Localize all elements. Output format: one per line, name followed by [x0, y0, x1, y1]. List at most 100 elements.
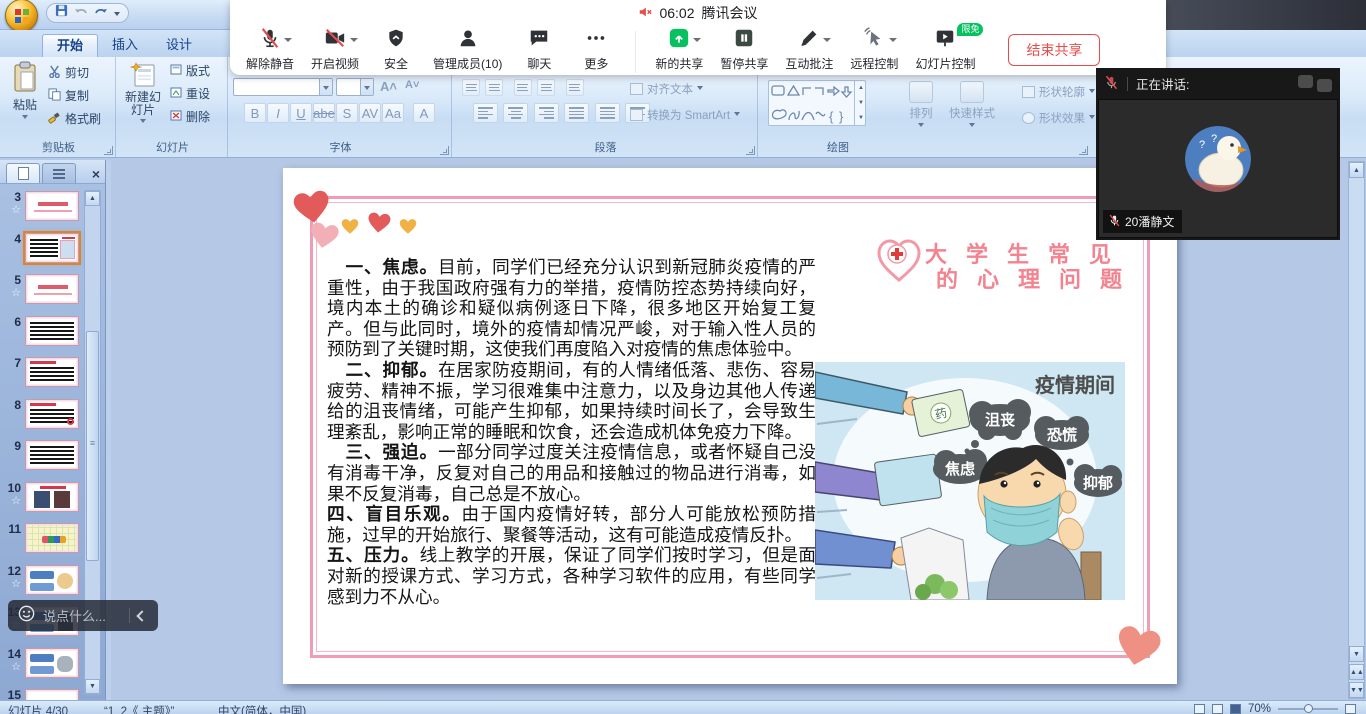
character-spacing-button[interactable]: AV [359, 103, 381, 123]
next-slide-icon[interactable]: ▼▼ [1349, 682, 1364, 698]
thumbnail-preview[interactable] [25, 191, 79, 221]
thumbnail-preview[interactable] [25, 440, 79, 470]
fit-to-window-icon[interactable] [1345, 704, 1356, 714]
strikethrough-button[interactable]: abe [313, 103, 335, 123]
normal-view-icon[interactable] [1194, 704, 1205, 714]
save-icon[interactable] [55, 4, 68, 22]
italic-button[interactable]: I [267, 103, 289, 123]
font-name-combobox[interactable] [233, 78, 333, 96]
video-feed[interactable]: ?? 20潘静文 [1098, 99, 1338, 238]
line-spacing-button[interactable] [566, 79, 584, 96]
thumbnail-preview[interactable] [25, 523, 79, 553]
chat-input-placeholder[interactable]: 说点什么... [43, 606, 121, 625]
tab-outline[interactable] [42, 163, 76, 183]
underline-button[interactable]: U [290, 103, 312, 123]
format-painter-button[interactable]: 格式刷 [48, 109, 101, 128]
meeting-titlebar[interactable]: 06:02 腾讯会议 [230, 0, 1166, 26]
meeting-button-remote-control[interactable]: 远程控制 [850, 28, 898, 72]
numbering-button[interactable] [485, 79, 503, 96]
thumbnail-preview[interactable] [25, 399, 79, 429]
grow-font-button[interactable]: A˄ [380, 79, 397, 94]
combo-dropdown-icon[interactable] [319, 79, 332, 95]
delete-slide-button[interactable]: 删除 [170, 107, 210, 126]
thumbnail-preview[interactable] [25, 565, 79, 595]
meeting-button-chat[interactable]: 聊天 [519, 28, 559, 72]
meeting-button-more[interactable]: 更多 [576, 28, 616, 72]
shadow-button[interactable]: S [336, 103, 358, 123]
thumbnail-preview[interactable] [25, 233, 79, 263]
shapes-scroll-buttons[interactable]: ▲▼▼ [854, 80, 867, 126]
copy-button[interactable]: 复制 [48, 86, 101, 105]
thumbnail-preview[interactable] [25, 482, 79, 512]
smartart-button[interactable]: 转换为 SmartArt [630, 107, 740, 123]
font-color-button[interactable]: A [413, 103, 435, 123]
shape-effects-button[interactable]: 形状效果 [1022, 110, 1095, 126]
reset-button[interactable]: 重设 [170, 84, 210, 103]
meeting-button-unmute[interactable]: 解除静音 [246, 28, 294, 72]
quick-styles-button[interactable]: 快速样式 [946, 81, 998, 130]
bullets-button[interactable] [462, 79, 480, 96]
thumbnail-preview[interactable] [25, 316, 79, 346]
chat-overlay[interactable]: 说点什么... [8, 600, 158, 631]
scroll-down-icon[interactable]: ▼ [85, 679, 100, 694]
scroll-down-icon[interactable]: ▼ [1349, 646, 1364, 662]
new-slide-button[interactable]: 新建幻灯片 [121, 62, 165, 126]
distribute-button[interactable] [595, 103, 620, 123]
decrease-indent-button[interactable] [514, 79, 532, 96]
thumbnail-preview[interactable] [25, 648, 79, 678]
meeting-button-start-video[interactable]: 开启视频 [311, 28, 359, 72]
editor-vertical-scrollbar[interactable]: ▲ ▼ ▲▲ ▼▼ [1348, 161, 1365, 699]
meeting-button-members[interactable]: 管理成员(10) [433, 28, 502, 72]
slide-sorter-view-icon[interactable] [1212, 704, 1223, 714]
meeting-button-new-share[interactable]: 新的共享 [655, 28, 703, 72]
slideshow-view-icon[interactable] [1230, 704, 1241, 714]
increase-indent-button[interactable] [537, 79, 555, 96]
shrink-font-button[interactable]: A˅ [405, 79, 419, 91]
layout-button[interactable]: 版式 [170, 61, 210, 80]
align-center-button[interactable] [503, 103, 528, 123]
video-panel[interactable]: 正在讲话: ?? 20潘静文 [1096, 68, 1340, 240]
emoji-icon[interactable] [18, 605, 35, 627]
paste-button[interactable]: 粘贴 [6, 61, 44, 122]
previous-slide-icon[interactable]: ▲▲ [1349, 664, 1364, 680]
clipboard-dialog-launcher-icon[interactable] [104, 146, 113, 155]
collapse-chevron-icon[interactable] [136, 610, 147, 621]
cut-button[interactable]: 剪切 [48, 63, 101, 82]
thumbnail-preview[interactable] [25, 357, 79, 387]
zoom-level[interactable]: 70% [1248, 703, 1271, 714]
combo-dropdown-icon[interactable] [360, 79, 373, 95]
end-share-button[interactable]: 结束共享 [1008, 34, 1100, 66]
drawing-dialog-launcher-icon[interactable] [1079, 146, 1088, 155]
undo-icon[interactable] [74, 4, 88, 22]
tab-home[interactable]: 开始 [42, 34, 98, 57]
meeting-button-annotate[interactable]: 互动批注 [785, 28, 833, 72]
meeting-button-pause-share[interactable]: 暂停共享 [720, 28, 768, 72]
thumbnail-preview[interactable] [25, 274, 79, 304]
font-dialog-launcher-icon[interactable] [440, 146, 449, 155]
close-pane-icon[interactable]: × [92, 165, 100, 183]
qat-dropdown-icon[interactable] [114, 12, 120, 19]
scrollbar-thumb[interactable] [86, 331, 99, 561]
office-button[interactable] [5, 0, 38, 32]
scroll-up-icon[interactable]: ▲ [1349, 162, 1364, 178]
align-right-button[interactable] [534, 103, 559, 123]
tab-insert[interactable]: 插入 [98, 34, 152, 57]
language-indicator[interactable]: 中文(简体，中国) [218, 703, 306, 714]
thumbnail-preview[interactable] [25, 689, 79, 700]
meeting-button-security[interactable]: 安全 [376, 28, 416, 72]
font-size-combobox[interactable] [336, 78, 374, 96]
align-left-button[interactable] [473, 103, 498, 123]
bold-button[interactable]: B [244, 103, 266, 123]
slide-title[interactable]: 大学生常见 的心理问题 [925, 242, 1141, 292]
paragraph-dialog-launcher-icon[interactable] [746, 146, 755, 155]
arrange-button[interactable]: 排列 [898, 81, 944, 130]
scroll-up-icon[interactable]: ▲ [85, 191, 100, 206]
slide-body-text[interactable]: 一、焦虑。目前，同学们已经充分认识到新冠肺炎疫情的严重性，由于我国政府强有力的举… [327, 257, 816, 659]
redo-icon[interactable] [94, 4, 108, 22]
zoom-slider[interactable] [1278, 708, 1338, 710]
shape-outline-button[interactable]: 形状轮廓 [1022, 84, 1095, 100]
align-text-button[interactable]: 对齐文本 [630, 81, 703, 97]
slide-canvas[interactable]: 大学生常见 的心理问题 一、焦虑。目前，同学们已经充分认识到新冠肺炎疫情的严重性… [283, 168, 1177, 684]
shapes-gallery[interactable]: { } [768, 80, 866, 126]
meeting-button-slide-control[interactable]: 限免幻灯片控制 [915, 28, 975, 72]
